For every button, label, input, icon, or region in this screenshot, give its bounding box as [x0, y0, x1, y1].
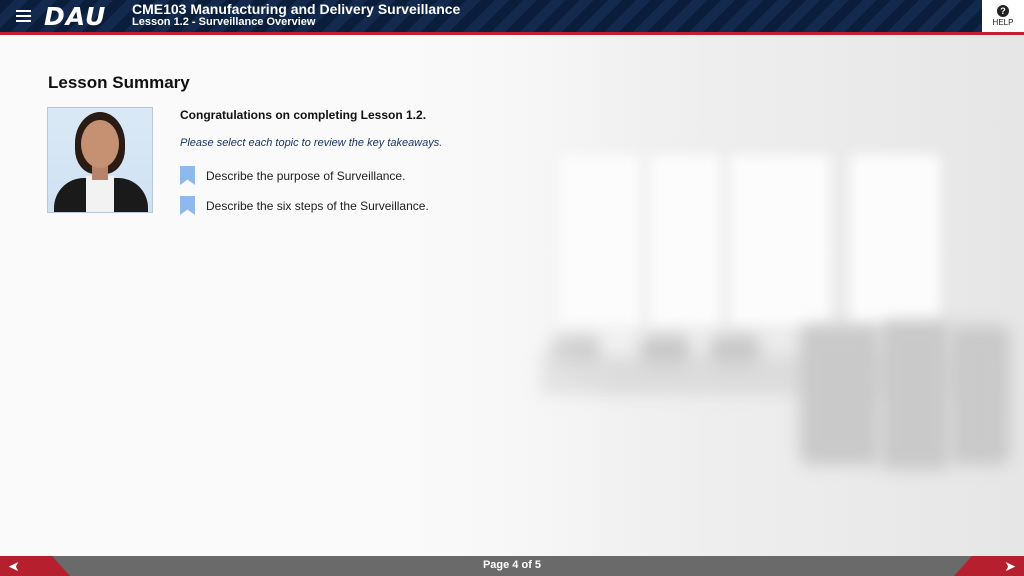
topic-label: Describe the six steps of the Surveillan…	[206, 199, 429, 213]
page-indicator: Page 4 of 5	[482, 559, 542, 571]
header-bar: DAU CME103 Manufacturing and Delivery Su…	[0, 0, 1024, 35]
topic-label: Describe the purpose of Surveillance.	[206, 169, 406, 183]
instructor-photo	[47, 107, 153, 213]
congratulations-text: Congratulations on completing Lesson 1.2…	[180, 108, 427, 122]
help-label: HELP	[992, 18, 1014, 27]
dau-logo: DAU	[44, 2, 107, 31]
lesson-summary-heading: Lesson Summary	[48, 73, 190, 92]
help-button[interactable]: ? HELP	[982, 0, 1024, 32]
menu-icon[interactable]	[16, 10, 31, 22]
arrow-right-icon: ➤	[1004, 558, 1016, 574]
help-icon: ?	[997, 5, 1009, 17]
background-image	[0, 35, 1024, 556]
lesson-title: Lesson 1.2 - Surveillance Overview	[132, 16, 316, 28]
instruction-text: Please select each topic to review the k…	[180, 137, 443, 149]
course-title: CME103 Manufacturing and Delivery Survei…	[132, 1, 461, 17]
footer-bar: ➤ Page 4 of 5 ➤	[0, 556, 1024, 576]
